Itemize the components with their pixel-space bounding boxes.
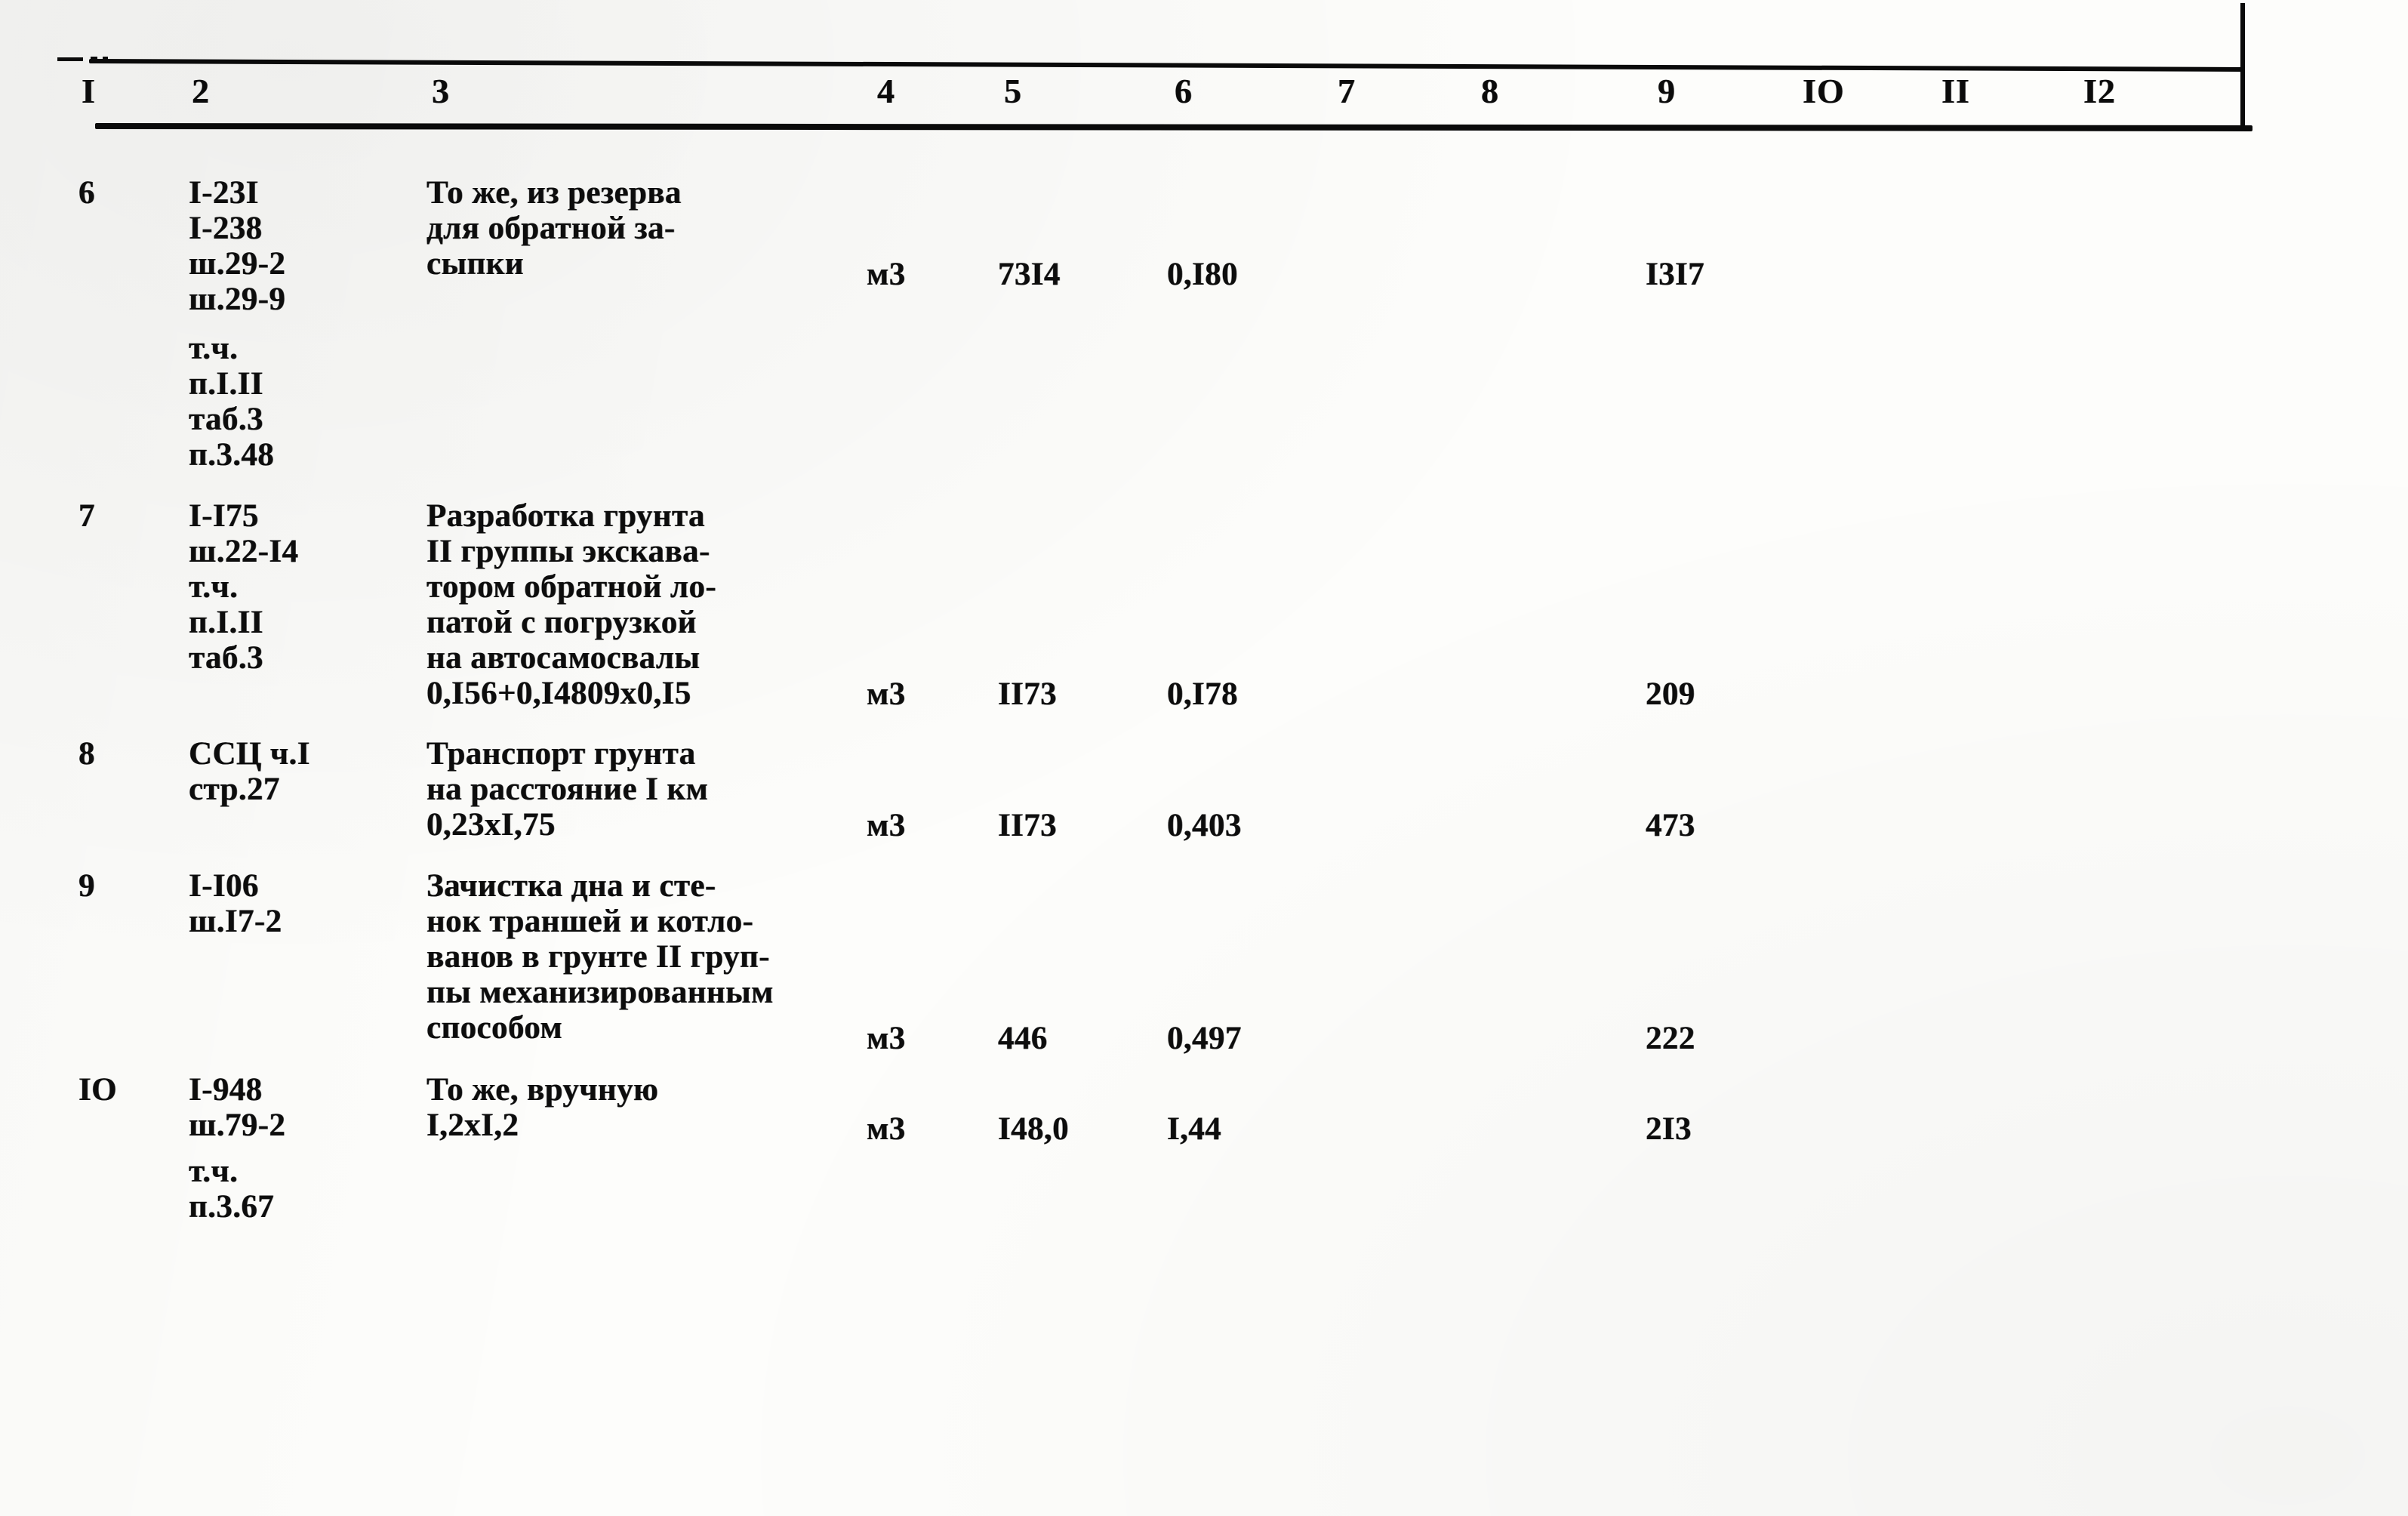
row-code-line: таб.3 bbox=[189, 402, 263, 437]
row-code-line: ш.I7-2 bbox=[189, 904, 282, 939]
row-unit-price: 0,497 bbox=[1167, 1021, 1242, 1056]
row-unit-of-measure: м3 bbox=[867, 808, 906, 843]
row-code-line: I-I75 bbox=[189, 498, 259, 534]
row-description-line: Зачистка дна и сте- bbox=[426, 868, 716, 904]
row-description-line: То же, из резерва bbox=[426, 175, 682, 211]
row-description-line: нок траншей и котло- bbox=[426, 904, 754, 939]
row-code-line: таб.3 bbox=[189, 640, 263, 676]
table-body: 6 I-23I I-238 ш.29-2 ш.29-9 т.ч. п.I.II таб.3 п.… bbox=[0, 0, 2408, 1516]
row-quantity: II73 bbox=[998, 808, 1058, 843]
row-code-line: ССЦ ч.I bbox=[189, 736, 310, 772]
row-position-number: 6 bbox=[79, 175, 95, 211]
row-description-line: патой с погрузкой bbox=[426, 605, 697, 640]
row-unit-price: 0,I80 bbox=[1167, 257, 1238, 292]
row-quantity: I48,0 bbox=[998, 1111, 1069, 1147]
row-unit-of-measure: м3 bbox=[867, 676, 906, 712]
row-code-line: п.I.II bbox=[189, 366, 263, 402]
row-description-line: тором обратной ло- bbox=[426, 569, 717, 605]
row-unit-price: I,44 bbox=[1167, 1111, 1222, 1147]
row-description-line: Разработка грунта bbox=[426, 498, 705, 534]
row-quantity: II73 bbox=[998, 676, 1058, 712]
row-total-cost: 222 bbox=[1646, 1021, 1695, 1056]
row-description-line: То же, вручную bbox=[426, 1072, 659, 1108]
row-quantity: 446 bbox=[998, 1021, 1048, 1056]
row-code-line: ш.79-2 bbox=[189, 1108, 286, 1143]
row-description-line: 0,23хI,75 bbox=[426, 807, 556, 843]
row-total-cost: I3I7 bbox=[1646, 257, 1705, 292]
row-code-line: п.I.II bbox=[189, 605, 263, 640]
row-description-line: способом bbox=[426, 1010, 563, 1046]
row-code-line: ш.29-9 bbox=[189, 282, 286, 317]
row-unit-of-measure: м3 bbox=[867, 1111, 906, 1147]
row-code-line: I-23I bbox=[189, 175, 259, 211]
row-description-line: на расстояние I км bbox=[426, 772, 709, 807]
row-code-line: ш.29-2 bbox=[189, 246, 286, 282]
row-position-number: 7 bbox=[79, 498, 95, 534]
row-position-number: 8 bbox=[79, 736, 95, 772]
row-description-line: Транспорт грунта bbox=[426, 736, 696, 772]
row-unit-price: 0,403 bbox=[1167, 808, 1242, 843]
row-code-line: стр.27 bbox=[189, 772, 280, 807]
row-description-line: для обратной за- bbox=[426, 211, 676, 246]
row-code-line: ш.22-I4 bbox=[189, 534, 299, 569]
document-page: I 2 3 4 5 6 7 8 9 IO II I2 6 I-23I I-238 ш.29-2 ш.29-9 т… bbox=[0, 0, 2408, 1516]
row-quantity: 73I4 bbox=[998, 257, 1061, 292]
row-total-cost: 209 bbox=[1646, 676, 1695, 712]
row-total-cost: 473 bbox=[1646, 808, 1695, 843]
row-description-line: II группы экскава- bbox=[426, 534, 710, 569]
row-code-line: п.3.67 bbox=[189, 1189, 275, 1225]
row-code-line: т.ч. bbox=[189, 569, 239, 605]
row-code-line: I-I06 bbox=[189, 868, 259, 904]
row-total-cost: 2I3 bbox=[1646, 1111, 1692, 1147]
row-description-line: ванов в грунте II груп- bbox=[426, 939, 770, 975]
row-description-line: I,2хI,2 bbox=[426, 1108, 519, 1143]
row-unit-of-measure: м3 bbox=[867, 257, 906, 292]
row-description-line: на автосамосвалы bbox=[426, 640, 701, 676]
row-position-number: IO bbox=[79, 1072, 117, 1108]
row-description-line: сыпки bbox=[426, 246, 524, 282]
margin-stamp: 503-1-33.85 УП(I) - I3 - bbox=[2265, 0, 2408, 830]
row-code-line: т.ч. bbox=[189, 1154, 239, 1189]
row-position-number: 9 bbox=[79, 868, 95, 904]
row-unit-price: 0,I78 bbox=[1167, 676, 1238, 712]
row-unit-of-measure: м3 bbox=[867, 1021, 906, 1056]
row-code-line: т.ч. bbox=[189, 331, 239, 366]
row-description-line: пы механизированным bbox=[426, 975, 774, 1010]
row-code-line: I-238 bbox=[189, 211, 263, 246]
row-code-line: п.3.48 bbox=[189, 437, 275, 473]
row-description-line: 0,I56+0,I4809х0,I5 bbox=[426, 676, 691, 711]
row-code-line: I-948 bbox=[189, 1072, 263, 1108]
